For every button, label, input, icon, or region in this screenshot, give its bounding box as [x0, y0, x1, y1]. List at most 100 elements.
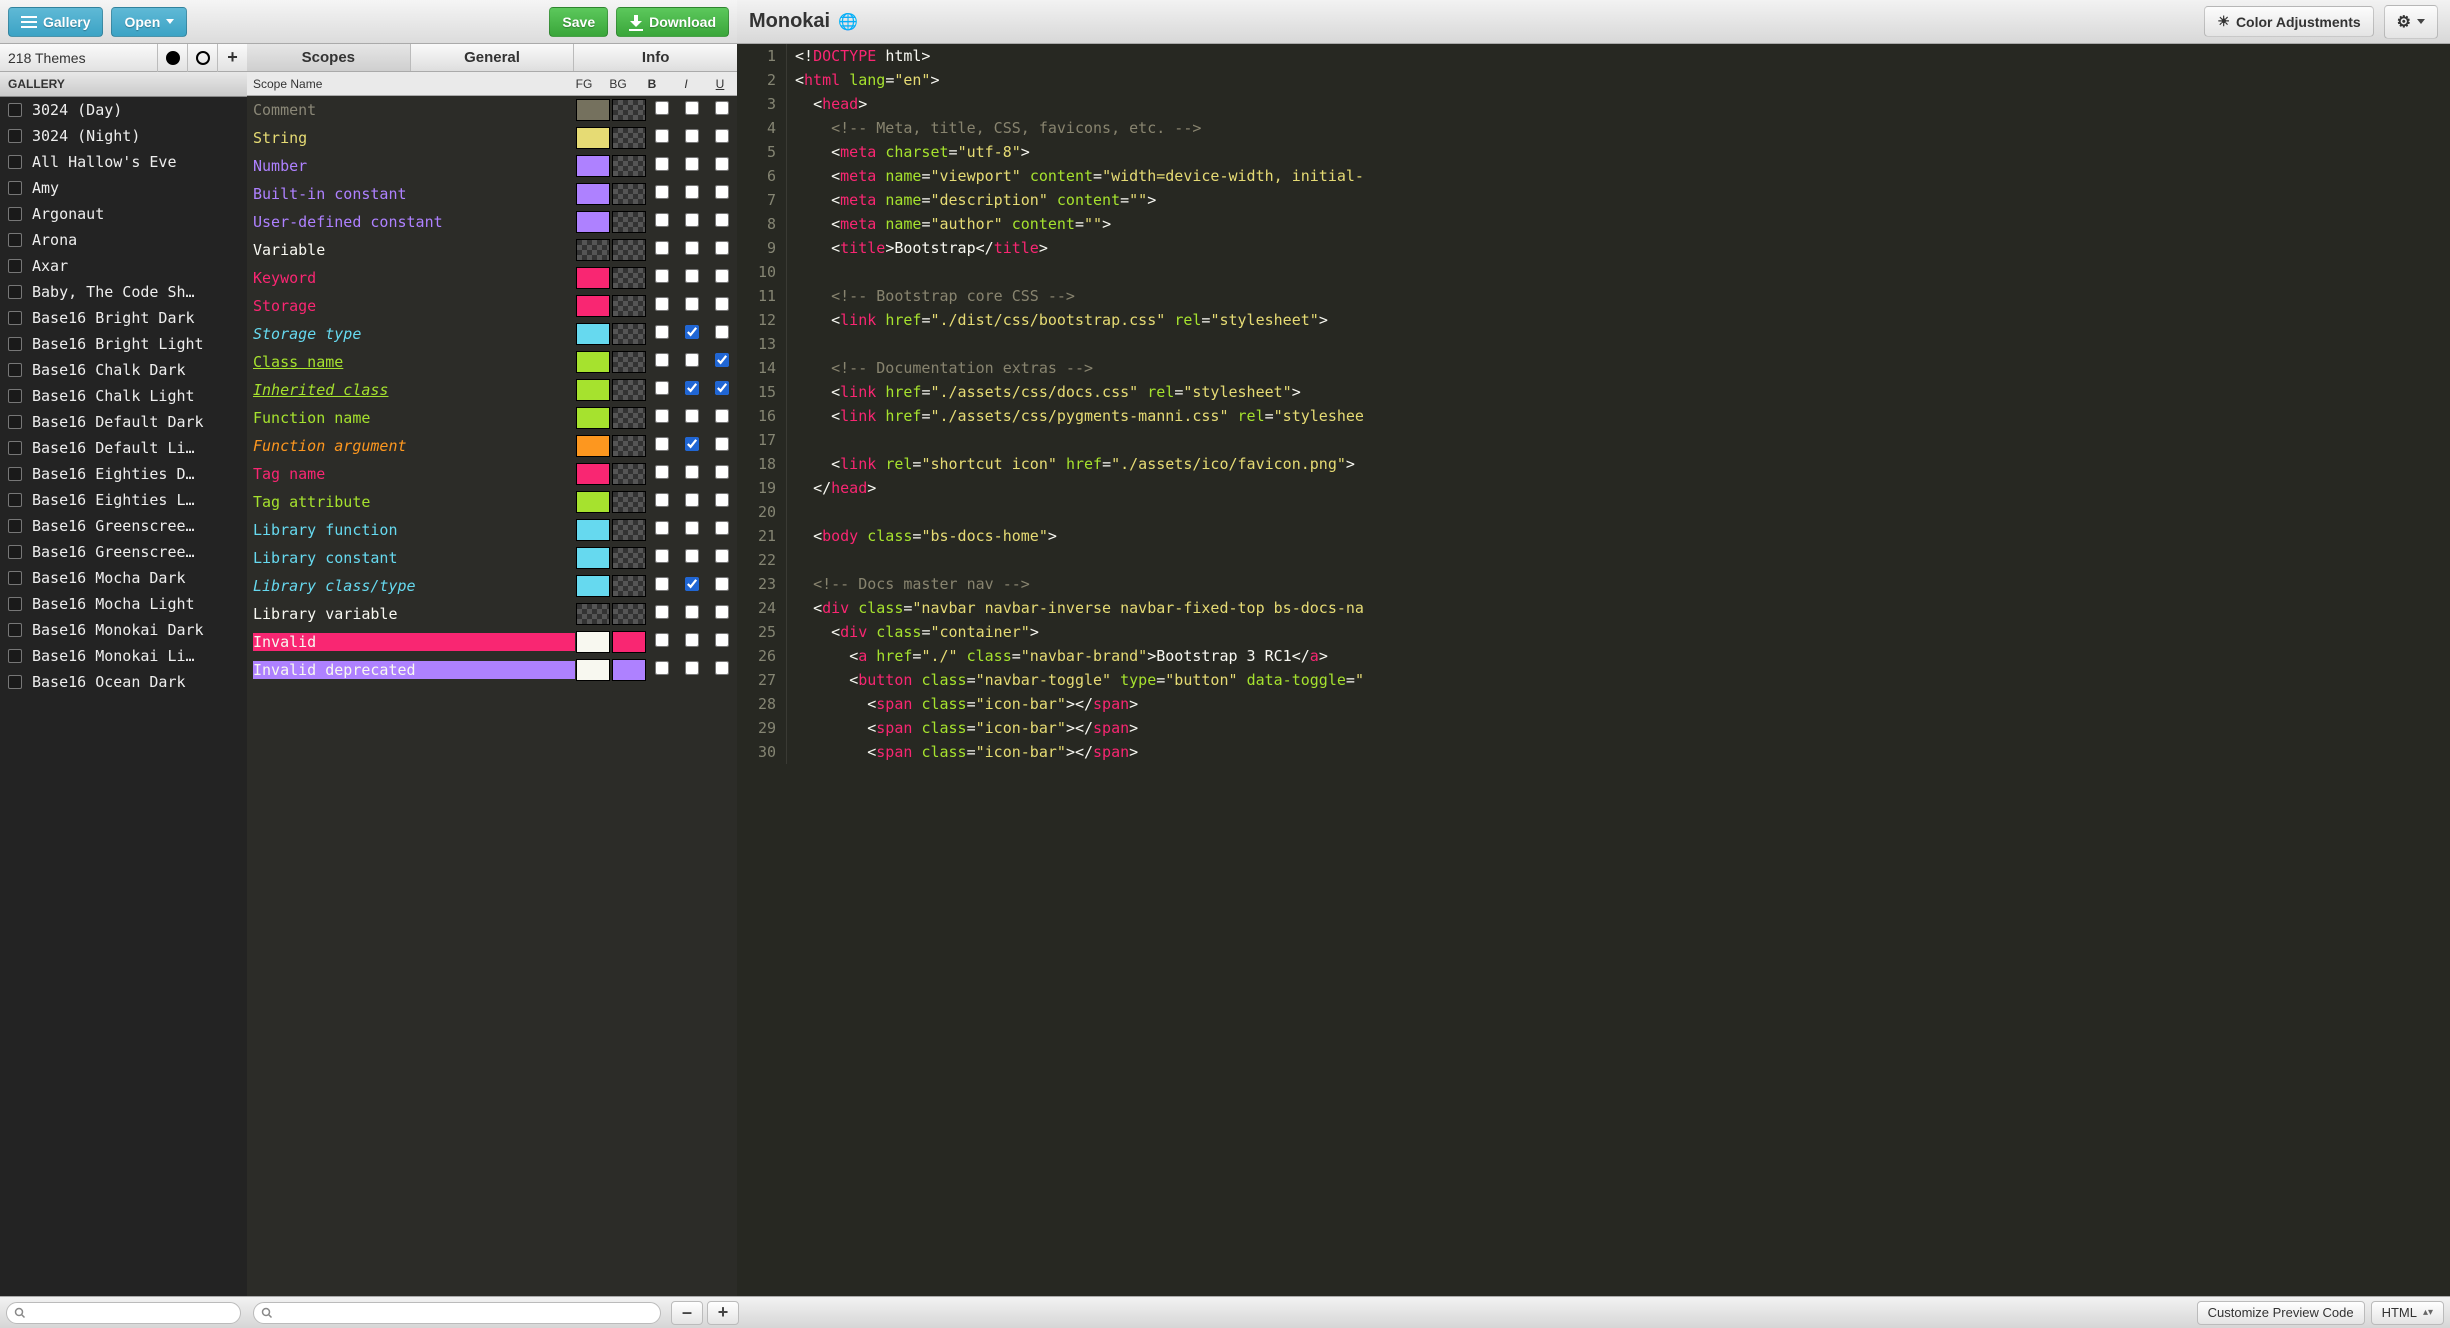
underline-checkbox[interactable]: [715, 353, 729, 367]
underline-checkbox[interactable]: [715, 297, 729, 311]
gallery-item[interactable]: 3024 (Day): [0, 97, 247, 123]
underline-checkbox[interactable]: [715, 605, 729, 619]
gallery-item[interactable]: All Hallow's Eve: [0, 149, 247, 175]
color-adjustments-button[interactable]: ☀ Color Adjustments: [2204, 6, 2373, 37]
scope-row[interactable]: Inherited class: [247, 376, 737, 404]
scope-row[interactable]: Function name: [247, 404, 737, 432]
underline-checkbox[interactable]: [715, 101, 729, 115]
gallery-item[interactable]: Amy: [0, 175, 247, 201]
bg-swatch[interactable]: [612, 435, 646, 457]
italic-checkbox[interactable]: [685, 661, 699, 675]
underline-checkbox[interactable]: [715, 325, 729, 339]
bold-checkbox[interactable]: [655, 409, 669, 423]
tab-scopes[interactable]: Scopes: [247, 44, 411, 71]
fg-swatch[interactable]: [576, 239, 610, 261]
checkbox-icon[interactable]: [8, 493, 22, 507]
gallery-item[interactable]: Base16 Greenscree…: [0, 539, 247, 565]
fg-swatch[interactable]: [576, 379, 610, 401]
gallery-item[interactable]: Base16 Eighties D…: [0, 461, 247, 487]
bg-swatch[interactable]: [612, 631, 646, 653]
underline-checkbox[interactable]: [715, 129, 729, 143]
scope-row[interactable]: Library class/type: [247, 572, 737, 600]
bold-checkbox[interactable]: [655, 213, 669, 227]
gallery-list[interactable]: 3024 (Day)3024 (Night)All Hallow's EveAm…: [0, 97, 247, 1296]
checkbox-icon[interactable]: [8, 207, 22, 221]
settings-button[interactable]: ⚙: [2384, 5, 2438, 39]
scope-row[interactable]: User-defined constant: [247, 208, 737, 236]
bold-checkbox[interactable]: [655, 521, 669, 535]
checkbox-icon[interactable]: [8, 103, 22, 117]
italic-checkbox[interactable]: [685, 437, 699, 451]
gallery-item[interactable]: Base16 Bright Light: [0, 331, 247, 357]
checkbox-icon[interactable]: [8, 363, 22, 377]
bold-checkbox[interactable]: [655, 633, 669, 647]
scope-row[interactable]: String: [247, 124, 737, 152]
bg-swatch[interactable]: [612, 211, 646, 233]
underline-checkbox[interactable]: [715, 493, 729, 507]
scope-row[interactable]: Class name: [247, 348, 737, 376]
underline-checkbox[interactable]: [715, 409, 729, 423]
bold-checkbox[interactable]: [655, 129, 669, 143]
bold-checkbox[interactable]: [655, 549, 669, 563]
underline-checkbox[interactable]: [715, 437, 729, 451]
bold-checkbox[interactable]: [655, 241, 669, 255]
bold-checkbox[interactable]: [655, 577, 669, 591]
gallery-item[interactable]: 3024 (Night): [0, 123, 247, 149]
bold-checkbox[interactable]: [655, 101, 669, 115]
underline-checkbox[interactable]: [715, 185, 729, 199]
checkbox-icon[interactable]: [8, 571, 22, 585]
italic-checkbox[interactable]: [685, 381, 699, 395]
checkbox-icon[interactable]: [8, 675, 22, 689]
fg-swatch[interactable]: [576, 267, 610, 289]
gallery-item[interactable]: Base16 Ocean Dark: [0, 669, 247, 695]
gallery-item[interactable]: Base16 Monokai Dark: [0, 617, 247, 643]
fg-swatch[interactable]: [576, 631, 610, 653]
scope-row[interactable]: Keyword: [247, 264, 737, 292]
italic-checkbox[interactable]: [685, 157, 699, 171]
scope-row[interactable]: Function argument: [247, 432, 737, 460]
bg-swatch[interactable]: [612, 575, 646, 597]
fg-swatch[interactable]: [576, 99, 610, 121]
bg-swatch[interactable]: [612, 379, 646, 401]
gallery-button[interactable]: Gallery: [8, 7, 103, 37]
fg-swatch[interactable]: [576, 435, 610, 457]
bold-checkbox[interactable]: [655, 353, 669, 367]
gallery-item[interactable]: Base16 Mocha Dark: [0, 565, 247, 591]
gallery-item[interactable]: Arona: [0, 227, 247, 253]
gallery-item[interactable]: Base16 Bright Dark: [0, 305, 247, 331]
gallery-item[interactable]: Base16 Chalk Dark: [0, 357, 247, 383]
language-select[interactable]: HTML ▴▾: [2371, 1301, 2444, 1325]
italic-checkbox[interactable]: [685, 325, 699, 339]
dark-filter-button[interactable]: [157, 44, 187, 72]
checkbox-icon[interactable]: [8, 233, 22, 247]
italic-checkbox[interactable]: [685, 101, 699, 115]
bold-checkbox[interactable]: [655, 493, 669, 507]
tab-general[interactable]: General: [411, 44, 575, 71]
checkbox-icon[interactable]: [8, 441, 22, 455]
scope-row[interactable]: Storage type: [247, 320, 737, 348]
underline-checkbox[interactable]: [715, 241, 729, 255]
fg-swatch[interactable]: [576, 491, 610, 513]
scope-row[interactable]: Tag attribute: [247, 488, 737, 516]
bg-swatch[interactable]: [612, 99, 646, 121]
checkbox-icon[interactable]: [8, 519, 22, 533]
bold-checkbox[interactable]: [655, 269, 669, 283]
gallery-item[interactable]: Base16 Chalk Light: [0, 383, 247, 409]
italic-checkbox[interactable]: [685, 297, 699, 311]
fg-swatch[interactable]: [576, 659, 610, 681]
italic-checkbox[interactable]: [685, 269, 699, 283]
save-button[interactable]: Save: [549, 7, 608, 37]
fg-swatch[interactable]: [576, 323, 610, 345]
gallery-item[interactable]: Base16 Monokai Li…: [0, 643, 247, 669]
bold-checkbox[interactable]: [655, 157, 669, 171]
fg-swatch[interactable]: [576, 351, 610, 373]
scope-list[interactable]: Comment String Number Built-in constant …: [247, 96, 737, 1296]
scope-row[interactable]: Invalid: [247, 628, 737, 656]
checkbox-icon[interactable]: [8, 285, 22, 299]
scope-row[interactable]: Invalid deprecated: [247, 656, 737, 684]
underline-checkbox[interactable]: [715, 213, 729, 227]
fg-swatch[interactable]: [576, 183, 610, 205]
fg-swatch[interactable]: [576, 547, 610, 569]
italic-checkbox[interactable]: [685, 353, 699, 367]
gallery-item[interactable]: Base16 Default Li…: [0, 435, 247, 461]
